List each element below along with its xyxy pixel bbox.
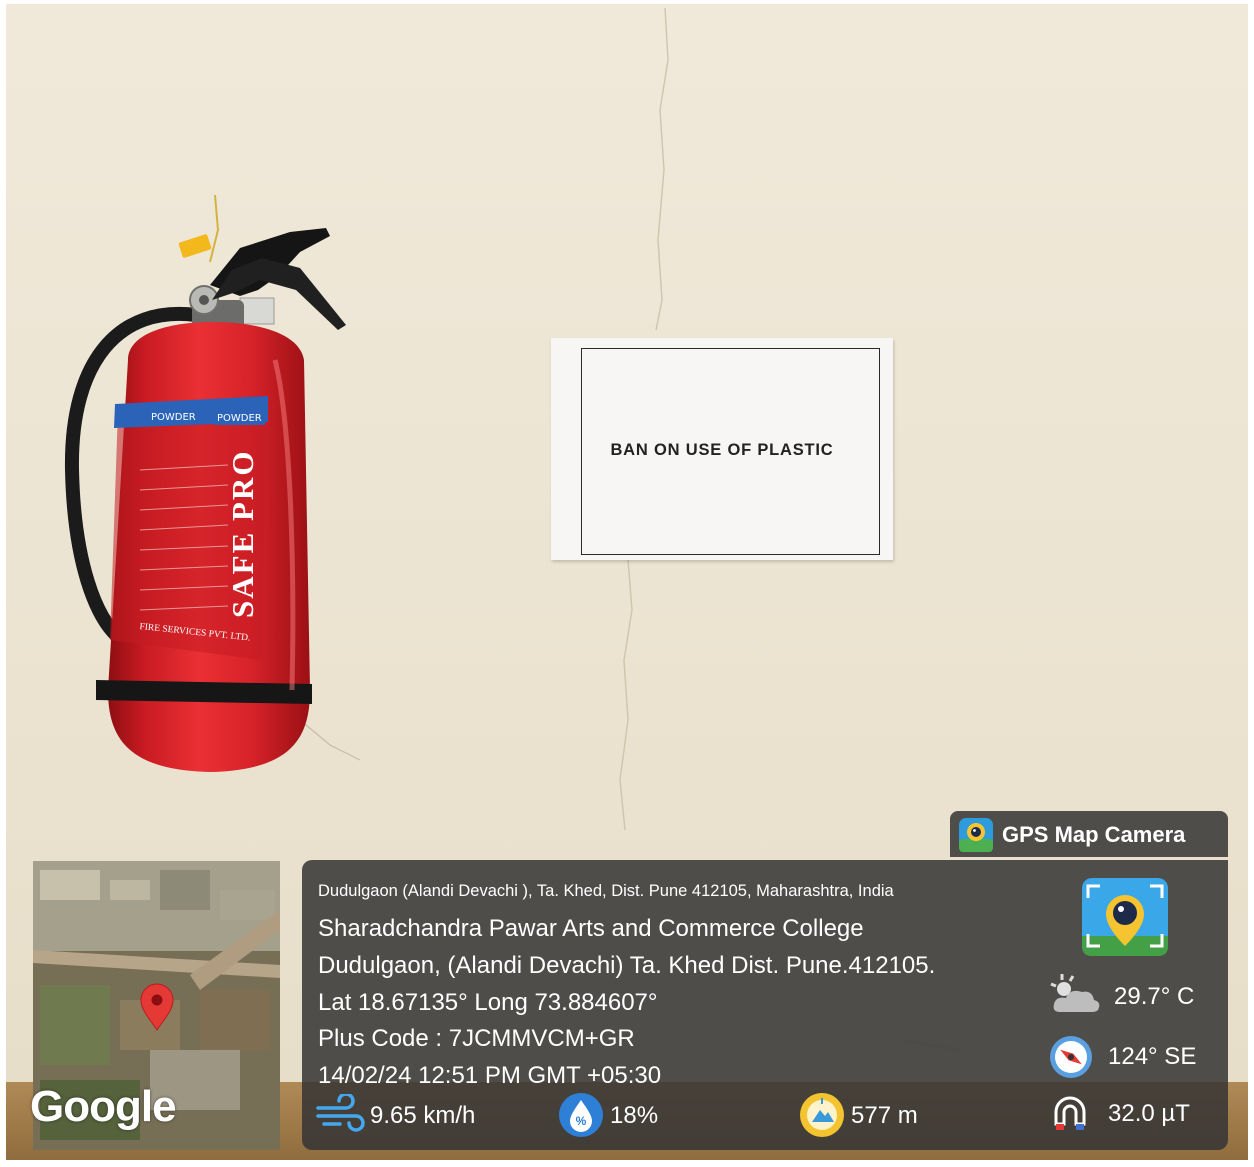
wall-bracket — [239, 297, 275, 325]
gps-app-name: GPS Map Camera — [1002, 822, 1186, 847]
humidity-value: 18% — [610, 1102, 659, 1129]
mounting-strap — [96, 680, 312, 704]
compass-icon — [1050, 1036, 1092, 1078]
temperature-value: 29.7° C — [1114, 983, 1195, 1010]
humidity-drop-icon: % — [559, 1093, 603, 1137]
partly-cloudy-icon — [1050, 974, 1100, 1012]
address-line: Dudulgaon (Alandi Devachi ), Ta. Khed, D… — [318, 882, 894, 900]
extinguisher-brand: SAFE PRO — [225, 449, 260, 618]
svg-text:%: % — [576, 1114, 587, 1128]
lat-long: Lat 18.67135° Long 73.884607° — [318, 989, 658, 1016]
magnet-icon — [1054, 1096, 1086, 1130]
gps-app-header: GPS Map Camera — [950, 811, 1228, 857]
gps-info-panel: Dudulgaon (Alandi Devachi ), Ta. Khed, D… — [302, 860, 1228, 1150]
altitude-value: 577 m — [851, 1102, 918, 1129]
place-address: Dudulgaon, (Alandi Devachi) Ta. Khed Dis… — [318, 952, 936, 979]
magnetic-value: 32.0 µT — [1108, 1100, 1190, 1127]
place-name: Sharadchandra Pawar Arts and Commerce Co… — [318, 915, 864, 942]
poster-title: BAN ON USE OF PLASTIC — [610, 441, 834, 459]
google-logo: Google — [30, 1082, 177, 1131]
camera-pin-icon — [1082, 878, 1168, 956]
altitude-icon — [800, 1093, 844, 1137]
heading-value: 124° SE — [1108, 1043, 1197, 1070]
date-time: 14/02/24 12:51 PM GMT +05:30 — [318, 1062, 662, 1089]
powder-label-2: POWDER — [214, 406, 265, 425]
plastic-ban-poster: BAN ON USE OF PLASTIC — [551, 338, 893, 560]
plus-code: Plus Code : 7JCMMVCM+GR — [318, 1025, 635, 1052]
powder-label-1: POWDER — [148, 405, 199, 424]
wind-value: 9.65 km/h — [370, 1102, 476, 1129]
wind-icon — [316, 1094, 365, 1132]
camera-pin-icon — [959, 818, 993, 852]
